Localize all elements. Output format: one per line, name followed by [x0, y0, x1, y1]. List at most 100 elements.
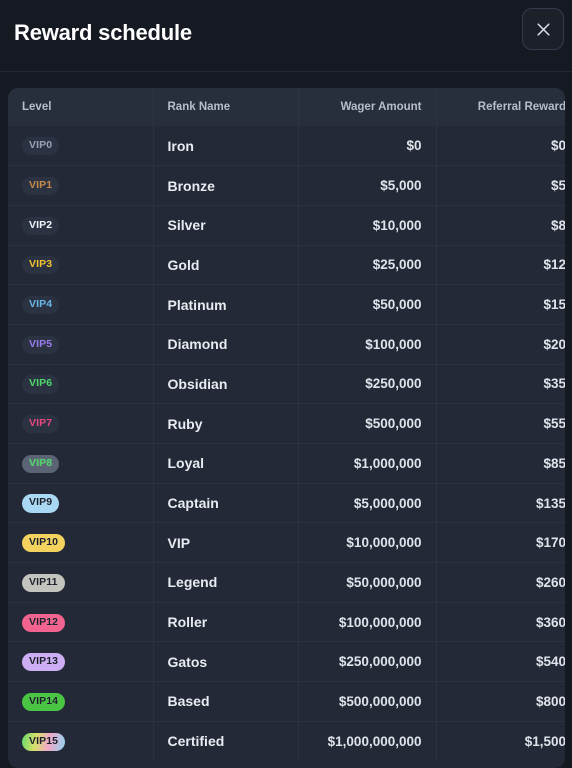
column-header-level: Level — [8, 88, 154, 126]
cell-rank-name: Gold — [153, 245, 299, 285]
close-icon — [536, 22, 551, 37]
vip-level-badge: VIP6 — [22, 375, 60, 394]
reward-table-container: Level Rank Name Wager Amount Referral Re… — [8, 88, 565, 768]
table-row: VIP14 Based $500,000,000 $800 — [8, 681, 565, 722]
cell-level: VIP9 — [8, 483, 154, 523]
table-row: VIP11 Legend $50,000,000 $260 — [8, 562, 565, 603]
vip-level-badge: VIP7 — [22, 415, 60, 434]
cell-wager-amount: $100,000 — [298, 324, 437, 365]
table-row: VIP15 Certified $1,000,000,000 $1,500 — [8, 721, 565, 761]
table-row: VIP5 Diamond $100,000 $20 — [8, 324, 565, 365]
vip-level-badge: VIP12 — [22, 613, 66, 632]
vip-level-badge: VIP1 — [22, 176, 60, 196]
cell-rank-name: Legend — [153, 562, 299, 603]
column-header-referral-reward: Referral Reward — [477, 101, 565, 113]
cell-level: VIP1 — [8, 165, 154, 206]
cell-rank-name: Captain — [153, 483, 299, 523]
vip-level-badge: VIP5 — [22, 335, 60, 354]
cell-level: VIP13 — [8, 641, 154, 682]
cell-wager-amount: $1,000,000,000 — [298, 721, 437, 761]
cell-rank-name: Silver — [153, 205, 299, 246]
table-row: VIP13 Gatos $250,000,000 $540 — [8, 641, 565, 682]
column-header-wager-amount: Wager Amount — [298, 88, 437, 126]
cell-rank-name: Obsidian — [153, 364, 299, 404]
cell-wager-amount: $25,000 — [298, 245, 437, 285]
table-row: VIP10 VIP $10,000,000 $170 — [8, 522, 565, 563]
modal-header: Reward schedule — [0, 0, 572, 72]
vip-level-badge: VIP4 — [22, 296, 60, 315]
cell-level: VIP7 — [8, 403, 154, 444]
cell-referral-reward: $12 — [543, 257, 565, 273]
column-header-rank-name: Rank Name — [153, 88, 299, 126]
cell-referral-reward: $0 — [550, 138, 565, 154]
vip-level-badge: VIP10 — [22, 534, 66, 553]
vip-level-badge: VIP2 — [22, 216, 60, 235]
cell-level: VIP14 — [8, 681, 154, 722]
cell-referral-reward: $800 — [535, 693, 565, 709]
table-row: VIP1 Bronze $5,000 $5 — [8, 165, 565, 206]
table-row: VIP0 Iron $0 $0 — [8, 126, 565, 166]
table-row: VIP6 Obsidian $250,000 $35 — [8, 364, 565, 404]
vip-level-badge: VIP3 — [22, 256, 60, 275]
cell-level: VIP8 — [8, 443, 154, 484]
cell-wager-amount: $50,000,000 — [298, 562, 437, 603]
cell-wager-amount: $500,000 — [298, 403, 437, 444]
table-row: VIP12 Roller $100,000,000 $360 — [8, 602, 565, 642]
cell-wager-amount: $100,000,000 — [298, 602, 437, 642]
cell-rank-name: Ruby — [153, 403, 299, 444]
vip-level-badge: VIP14 — [22, 692, 66, 712]
cell-referral-reward: $135 — [535, 495, 565, 511]
cell-rank-name: Diamond — [153, 324, 299, 365]
cell-level: VIP2 — [8, 205, 154, 246]
table-row: VIP8 Loyal $1,000,000 $85 — [8, 443, 565, 484]
cell-referral-reward: $360 — [535, 614, 565, 630]
page-title: Reward schedule — [14, 19, 192, 45]
cell-referral-reward: $8 — [550, 217, 565, 233]
reward-schedule-modal: Reward schedule Level Rank Name Wager Am… — [0, 0, 572, 768]
cell-referral-reward: $55 — [543, 416, 565, 432]
cell-referral-reward: $20 — [543, 336, 565, 352]
cell-referral-reward: $170 — [535, 535, 565, 551]
cell-referral-reward: $85 — [543, 455, 565, 471]
cell-wager-amount: $250,000 — [298, 364, 437, 404]
cell-referral-reward: $15 — [543, 297, 565, 313]
cell-rank-name: Gatos — [153, 641, 299, 682]
cell-rank-name: Bronze — [153, 165, 299, 206]
vip-level-badge: VIP11 — [22, 573, 65, 592]
table-row: VIP3 Gold $25,000 $12 — [8, 245, 565, 285]
cell-level: VIP15 — [8, 721, 154, 761]
table-row: VIP9 Captain $5,000,000 $135 — [8, 483, 565, 523]
vip-level-badge: VIP0 — [22, 137, 60, 156]
vip-level-badge: VIP15 — [22, 732, 66, 751]
cell-level: VIP12 — [8, 602, 154, 642]
table-row: VIP4 Platinum $50,000 $15 — [8, 284, 565, 325]
cell-referral-reward: $1,500 — [524, 733, 565, 749]
cell-level: VIP11 — [8, 562, 154, 603]
cell-rank-name: Iron — [153, 126, 299, 166]
cell-wager-amount: $10,000 — [298, 205, 437, 246]
table-header-row: Level Rank Name Wager Amount Referral Re… — [8, 88, 565, 126]
cell-wager-amount: $500,000,000 — [298, 681, 437, 722]
cell-level: VIP0 — [8, 126, 154, 166]
table-body: VIP0 Iron $0 $0 VIP1 Bronze $5,000 $5 VIP2 Silver… — [8, 126, 565, 761]
cell-referral-reward: $5 — [550, 178, 565, 194]
cell-level: VIP4 — [8, 284, 154, 325]
cell-referral-reward: $260 — [535, 574, 565, 590]
cell-referral-reward: $35 — [543, 376, 565, 392]
vip-level-badge: VIP8 — [22, 454, 60, 473]
close-button[interactable] — [522, 8, 564, 50]
cell-level: VIP10 — [8, 522, 154, 563]
cell-wager-amount: $5,000 — [298, 165, 437, 206]
cell-referral-reward: $540 — [535, 654, 565, 670]
cell-rank-name: Certified — [153, 721, 299, 761]
cell-rank-name: Roller — [153, 602, 299, 642]
cell-level: VIP6 — [8, 364, 154, 404]
vip-level-badge: VIP13 — [22, 653, 66, 672]
cell-wager-amount: $1,000,000 — [298, 443, 437, 484]
cell-rank-name: Loyal — [153, 443, 299, 484]
cell-wager-amount: $5,000,000 — [298, 483, 437, 523]
table-row: VIP2 Silver $10,000 $8 — [8, 205, 565, 246]
cell-wager-amount: $50,000 — [298, 284, 437, 325]
cell-wager-amount: $0 — [298, 126, 437, 166]
cell-level: VIP5 — [8, 324, 154, 365]
